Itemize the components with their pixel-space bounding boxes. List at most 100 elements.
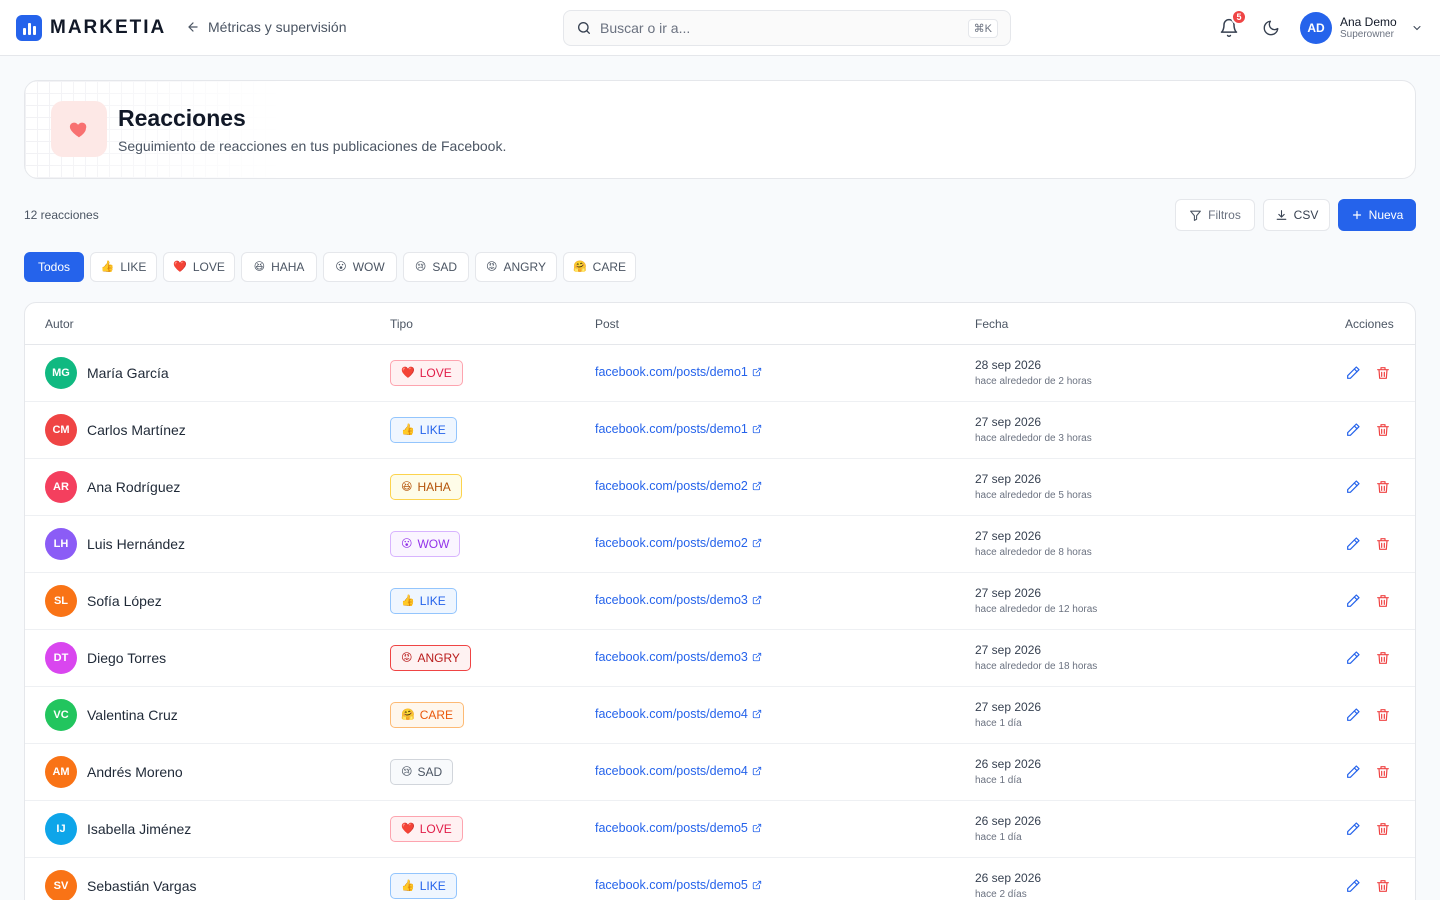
author-name: Luis Hernández: [87, 536, 186, 552]
filter-chip-label: CARE: [592, 260, 627, 274]
reactions-table: Autor Tipo Post Fecha Acciones MG María G…: [24, 302, 1416, 900]
edit-icon[interactable]: [1345, 650, 1361, 666]
plus-icon: [1352, 210, 1361, 220]
reaction-type-badge: 👍 LIKE: [390, 588, 457, 614]
author-name: Sofía López: [87, 593, 162, 609]
filter-chip-like[interactable]: 👍 LIKE: [90, 252, 157, 282]
filter-chip-care[interactable]: 🤗 CARE: [563, 252, 636, 282]
post-link[interactable]: facebook.com/posts/demo2: [595, 536, 762, 550]
avatar: AD: [1300, 12, 1332, 44]
trash-icon[interactable]: [1375, 422, 1391, 438]
column-header-post: Post: [595, 317, 620, 331]
post-link-label: facebook.com/posts/demo1: [595, 422, 748, 436]
reaction-relative-time: hace alrededor de 3 horas: [975, 433, 1092, 444]
reaction-relative-time: hace 2 días: [975, 889, 1027, 900]
post-link[interactable]: facebook.com/posts/demo3: [595, 650, 762, 664]
reaction-icon: 😡: [401, 651, 413, 664]
table-row: DT Diego Torres 😡 ANGRY facebook.com/posts/d…: [25, 630, 1415, 687]
reaction-type-badge: 👍 LIKE: [390, 417, 457, 443]
reaction-relative-time: hace 1 día: [975, 718, 1022, 729]
post-link-label: facebook.com/posts/demo2: [595, 536, 748, 550]
search-bar[interactable]: ⌘K: [563, 10, 1011, 46]
trash-icon[interactable]: [1375, 593, 1391, 609]
reaction-icon: 👍: [401, 879, 415, 892]
reaction-relative-time: hace alrededor de 2 horas: [975, 376, 1092, 387]
edit-icon[interactable]: [1345, 707, 1361, 723]
table-row: AM Andrés Moreno 😢 SAD facebook.com/posts/de…: [25, 744, 1415, 801]
user-menu[interactable]: AD Ana Demo Superowner: [1300, 12, 1423, 44]
new-reaction-button[interactable]: Nueva: [1338, 199, 1416, 231]
heart-icon: ❤️: [173, 260, 187, 273]
search-input[interactable]: [600, 20, 960, 36]
post-link[interactable]: facebook.com/posts/demo1: [595, 422, 762, 436]
column-header-type: Tipo: [390, 317, 413, 331]
table-row: AR Ana Rodríguez 😆 HAHA facebook.com/posts/d…: [25, 459, 1415, 516]
trash-icon[interactable]: [1375, 536, 1391, 552]
edit-icon[interactable]: [1345, 479, 1361, 495]
post-link[interactable]: facebook.com/posts/demo5: [595, 878, 762, 892]
brand-logo[interactable]: MARKETIA: [16, 15, 166, 41]
filter-chip-todos[interactable]: Todos: [24, 252, 84, 282]
author-name: Isabella Jiménez: [87, 821, 192, 837]
reaction-type-badge: 😢 SAD: [390, 759, 454, 785]
post-link[interactable]: facebook.com/posts/demo4: [595, 764, 762, 778]
reaction-icon: ❤️: [401, 366, 415, 379]
new-reaction-button-label: Nueva: [1368, 208, 1404, 222]
reaction-type-label: LIKE: [419, 879, 446, 893]
reaction-type-badge: ❤️ LOVE: [390, 816, 463, 842]
external-link-icon: [752, 595, 762, 605]
filter-chip-label: LIKE: [120, 260, 147, 274]
reaction-type-badge: 🤗 CARE: [390, 702, 465, 728]
post-link[interactable]: facebook.com/posts/demo3: [595, 593, 762, 607]
trash-icon[interactable]: [1375, 878, 1391, 894]
search-icon: [578, 22, 590, 34]
page-header: Reacciones Seguimiento de reacciones en …: [24, 80, 1416, 179]
download-icon: [1276, 209, 1287, 220]
filters-button[interactable]: Filtros: [1175, 199, 1255, 231]
edit-icon[interactable]: [1345, 878, 1361, 894]
avatar: IJ: [45, 813, 77, 845]
filter-chip-angry[interactable]: 😡 ANGRY: [475, 252, 557, 282]
edit-icon[interactable]: [1345, 422, 1361, 438]
notification-badge: 5: [1231, 9, 1247, 25]
trash-icon[interactable]: [1375, 764, 1391, 780]
author-name: Diego Torres: [87, 650, 167, 666]
filter-chip-sad[interactable]: 😢 SAD: [403, 252, 469, 282]
edit-icon[interactable]: [1345, 365, 1361, 381]
table-row: VC Valentina Cruz 🤗 CARE facebook.com/posts/…: [25, 687, 1415, 744]
top-bar: MARKETIA Métricas y supervisión ⌘K 5 AD …: [0, 0, 1440, 56]
csv-button[interactable]: CSV: [1263, 199, 1330, 231]
filter-chip-label: ANGRY: [503, 260, 546, 274]
trash-icon[interactable]: [1375, 707, 1391, 723]
trash-icon[interactable]: [1375, 650, 1391, 666]
external-link-icon: [752, 823, 762, 833]
post-link[interactable]: facebook.com/posts/demo1: [595, 365, 762, 379]
avatar: VC: [45, 699, 77, 731]
reaction-date: 27 sep 2026: [975, 700, 1042, 714]
edit-icon[interactable]: [1345, 821, 1361, 837]
post-link[interactable]: facebook.com/posts/demo5: [595, 821, 762, 835]
post-link[interactable]: facebook.com/posts/demo4: [595, 707, 762, 721]
edit-icon[interactable]: [1345, 536, 1361, 552]
filter-chip-haha[interactable]: 😆 HAHA: [241, 252, 317, 282]
reaction-type-label: CARE: [419, 708, 454, 722]
trash-icon[interactable]: [1375, 479, 1391, 495]
edit-icon[interactable]: [1345, 764, 1361, 780]
search-shortcut: ⌘K: [967, 18, 998, 38]
table-row: LH Luis Hernández 😮 WOW facebook.com/posts/d…: [25, 516, 1415, 573]
post-link-label: facebook.com/posts/demo5: [595, 821, 748, 835]
reaction-type-label: WOW: [417, 537, 450, 551]
back-link[interactable]: Métricas y supervisión: [186, 19, 347, 35]
avatar: LH: [45, 528, 77, 560]
page-subtitle: Seguimiento de reacciones en tus publica…: [118, 138, 507, 154]
angry-icon: 😡: [486, 260, 498, 273]
moon-icon[interactable]: [1262, 19, 1280, 37]
edit-icon[interactable]: [1345, 593, 1361, 609]
trash-icon[interactable]: [1375, 365, 1391, 381]
external-link-icon: [752, 652, 762, 662]
trash-icon[interactable]: [1375, 821, 1391, 837]
post-link[interactable]: facebook.com/posts/demo2: [595, 479, 762, 493]
filter-chip-wow[interactable]: 😮 WOW: [323, 252, 397, 282]
filter-chip-love[interactable]: ❤️ LOVE: [163, 252, 235, 282]
reaction-date: 27 sep 2026: [975, 529, 1042, 543]
